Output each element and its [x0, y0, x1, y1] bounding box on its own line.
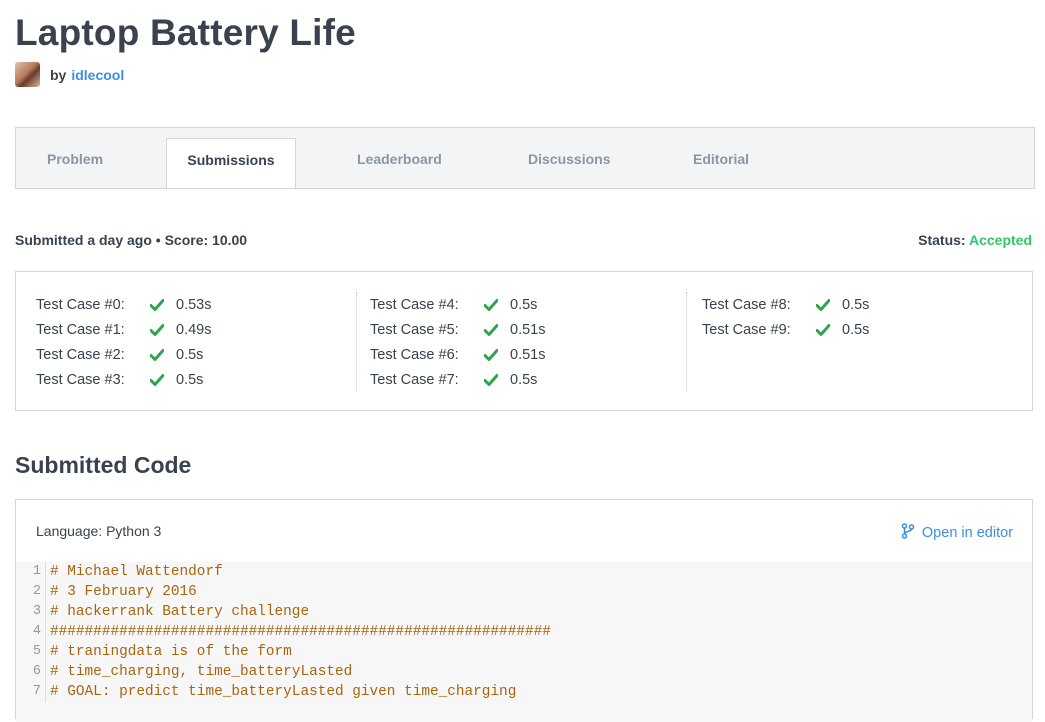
line-number: 5	[16, 642, 46, 662]
test-case-time: 0.5s	[176, 371, 204, 388]
code-header: Language: Python 3 Open in editor	[16, 500, 1032, 563]
status-label: Status:	[918, 232, 966, 248]
test-case-label: Test Case #1:	[36, 321, 125, 338]
test-case-time: 0.53s	[176, 296, 212, 313]
code-text: # hackerrank Battery challenge	[50, 604, 310, 620]
tab-leaderboard[interactable]: Leaderboard	[357, 128, 442, 188]
test-case-time: 0.51s	[510, 346, 546, 363]
check-icon	[150, 323, 176, 336]
test-case-row: Test Case #0: 0.53s	[36, 292, 366, 317]
line-number: 4	[16, 622, 46, 642]
open-in-editor-link[interactable]: Open in editor	[901, 523, 1013, 543]
author-line: by idlecool	[15, 62, 124, 87]
author-link[interactable]: idlecool	[71, 67, 124, 83]
check-icon	[484, 298, 510, 311]
check-icon	[484, 373, 510, 386]
submission-status: Status: Accepted	[918, 232, 1032, 248]
test-case-row: Test Case #6: 0.51s	[370, 342, 700, 367]
line-number: 3	[16, 602, 46, 622]
test-case-row: Test Case #1: 0.49s	[36, 317, 366, 342]
check-icon	[816, 323, 842, 336]
tab-problem[interactable]: Problem	[47, 128, 103, 188]
code-text: # GOAL: predict time_batteryLasted given…	[50, 684, 517, 700]
test-case-label: Test Case #5:	[370, 321, 459, 338]
code-line: 6 # time_charging, time_batteryLasted	[16, 662, 1032, 682]
test-case-label: Test Case #2:	[36, 346, 125, 363]
tab-bar: Problem Submissions Leaderboard Discussi…	[15, 127, 1035, 189]
tab-submissions[interactable]: Submissions	[166, 138, 296, 188]
test-case-row: Test Case #4: 0.5s	[370, 292, 700, 317]
submitted-code-heading: Submitted Code	[15, 452, 192, 478]
test-case-time: 0.49s	[176, 321, 212, 338]
code-line: 3 # hackerrank Battery challenge	[16, 602, 1032, 622]
code-view[interactable]: 1 # Michael Wattendorf 2 # 3 February 20…	[16, 562, 1032, 722]
code-line: 7 # GOAL: predict time_batteryLasted giv…	[16, 682, 1032, 702]
avatar[interactable]	[15, 62, 40, 87]
test-case-row: Test Case #8: 0.5s	[702, 292, 1032, 317]
test-case-label: Test Case #7:	[370, 371, 459, 388]
code-line: 4 ######################################…	[16, 622, 1032, 642]
code-text: # Michael Wattendorf	[50, 564, 223, 580]
test-case-time: 0.5s	[176, 346, 204, 363]
page-title: Laptop Battery Life	[15, 12, 356, 53]
tab-editorial[interactable]: Editorial	[693, 128, 749, 188]
open-in-editor-label: Open in editor	[921, 525, 1013, 541]
code-line: 2 # 3 February 2016	[16, 582, 1032, 602]
test-case-label: Test Case #4:	[370, 296, 459, 313]
test-case-label: Test Case #3:	[36, 371, 125, 388]
code-text: ########################################…	[50, 624, 551, 640]
status-value: Accepted	[968, 232, 1032, 248]
code-text: # 3 February 2016	[50, 584, 197, 600]
line-number: 6	[16, 662, 46, 682]
test-case-label: Test Case #6:	[370, 346, 459, 363]
check-icon	[150, 348, 176, 361]
check-icon	[484, 348, 510, 361]
by-label: by	[50, 66, 67, 83]
check-icon	[484, 323, 510, 336]
language-label: Language: Python 3	[36, 523, 162, 539]
test-case-time: 0.5s	[842, 321, 870, 338]
check-icon	[816, 298, 842, 311]
test-case-label: Test Case #9:	[702, 321, 791, 338]
test-case-time: 0.5s	[510, 371, 538, 388]
test-case-row: Test Case #9: 0.5s	[702, 317, 1032, 342]
branch-icon	[901, 523, 915, 543]
test-case-time: 0.5s	[842, 296, 870, 313]
check-icon	[150, 298, 176, 311]
line-number: 7	[16, 682, 46, 702]
line-number: 2	[16, 582, 46, 602]
test-case-row: Test Case #2: 0.5s	[36, 342, 366, 367]
test-case-row: Test Case #3: 0.5s	[36, 367, 366, 392]
line-number: 1	[16, 562, 46, 582]
test-case-column: Test Case #0: 0.53s Test Case #1: 0.49s …	[36, 292, 366, 392]
test-case-row: Test Case #5: 0.51s	[370, 317, 700, 342]
code-text: # time_charging, time_batteryLasted	[50, 664, 353, 680]
submission-meta: Submitted a day ago • Score: 10.00	[15, 232, 248, 248]
tab-discussions[interactable]: Discussions	[528, 128, 610, 188]
code-text: # traningdata is of the form	[50, 644, 292, 660]
test-case-column: Test Case #8: 0.5s Test Case #9: 0.5s	[686, 292, 1032, 392]
code-panel: Language: Python 3 Open in editor 1 # Mi…	[15, 499, 1033, 722]
test-case-column: Test Case #4: 0.5s Test Case #5: 0.51s T…	[356, 292, 700, 392]
code-line: 1 # Michael Wattendorf	[16, 562, 1032, 582]
test-case-time: 0.5s	[510, 296, 538, 313]
test-case-panel: Test Case #0: 0.53s Test Case #1: 0.49s …	[15, 271, 1033, 411]
test-case-label: Test Case #8:	[702, 296, 791, 313]
test-case-time: 0.51s	[510, 321, 546, 338]
test-case-label: Test Case #0:	[36, 296, 125, 313]
check-icon	[150, 373, 176, 386]
test-case-row: Test Case #7: 0.5s	[370, 367, 700, 392]
code-line: 5 # traningdata is of the form	[16, 642, 1032, 662]
